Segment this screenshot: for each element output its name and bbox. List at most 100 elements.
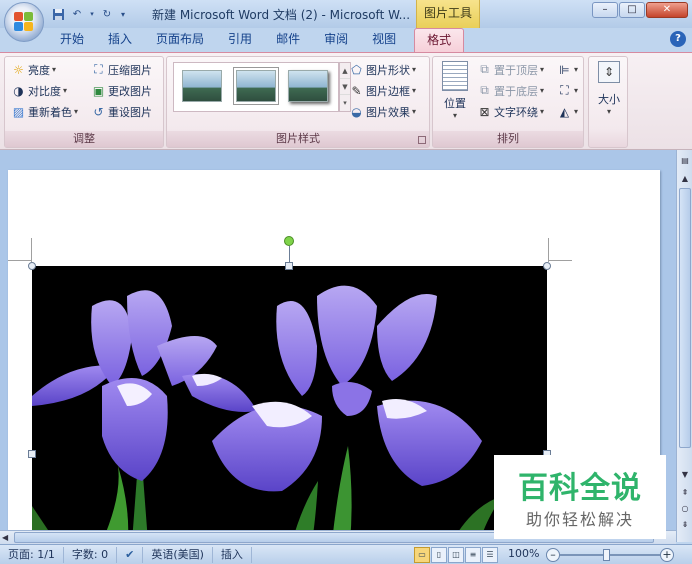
status-language[interactable]: 英语(美国) <box>143 546 213 563</box>
recolor-button[interactable]: ▨ 重新着色 ▾ <box>11 102 78 121</box>
picture-effects-icon: ◒ <box>351 104 362 119</box>
compress-icon: ⛶ <box>94 62 103 76</box>
help-icon[interactable]: ? <box>670 31 686 47</box>
resize-handle-top-right[interactable] <box>543 262 551 270</box>
close-button[interactable]: ✕ <box>646 2 688 18</box>
tab-view[interactable]: 视图 <box>360 28 408 52</box>
style-thumbnail-3[interactable] <box>288 70 328 102</box>
status-insert-mode[interactable]: 插入 <box>213 546 252 563</box>
picture-styles-launcher-icon[interactable] <box>418 136 426 144</box>
picture-border-label: 图片边框 <box>366 84 410 98</box>
reset-picture-icon: ↺ <box>93 104 104 119</box>
ribbon-tabs: 开始 插入 页面布局 引用 邮件 审阅 视图 格式 <box>0 28 692 52</box>
compress-label: 压缩图片 <box>108 63 152 77</box>
recolor-icon: ▨ <box>12 104 25 119</box>
browse-object-icon[interactable]: ○ <box>678 502 692 516</box>
crop-mark-right <box>548 260 572 261</box>
picture-shape-button[interactable]: ⬠ 图片形状 ▾ <box>349 60 416 79</box>
maximize-button[interactable]: □ <box>619 2 645 18</box>
web-layout-icon[interactable]: ◫ <box>448 547 464 563</box>
align-button[interactable]: ⊫ ▾ <box>557 60 578 79</box>
tab-review[interactable]: 审阅 <box>312 28 360 52</box>
group-adjust: ☼ 亮度 ▾ ◑ 对比度 ▾ ▨ 重新着色 ▾ ⛶ 压缩图片 ▣ 更改图片 ↺ 重设图… <box>4 56 164 148</box>
redo-icon[interactable]: ↻ <box>99 6 115 22</box>
customize-qat-icon[interactable]: ▾ <box>118 6 128 22</box>
zoom-slider[interactable] <box>560 554 660 556</box>
full-screen-reading-icon[interactable]: ▯ <box>431 547 447 563</box>
position-button[interactable]: 位置 ▾ <box>435 59 475 131</box>
text-wrapping-icon: ⊠ <box>479 104 490 119</box>
undo-dropdown-icon[interactable]: ▾ <box>88 6 96 22</box>
tab-home[interactable]: 开始 <box>48 28 96 52</box>
text-wrapping-label: 文字环绕 <box>494 105 538 119</box>
title-bar: ↶ ▾ ↻ ▾ 新建 Microsoft Word 文档 (2) - Micro… <box>0 0 692 28</box>
group-arrange-label: 排列 <box>433 131 583 147</box>
vertical-scroll-thumb[interactable] <box>679 188 691 448</box>
bring-to-front-icon: ⧉ <box>480 62 489 76</box>
print-layout-view-icon[interactable]: ▭ <box>414 547 430 563</box>
tab-mailings[interactable]: 邮件 <box>264 28 312 52</box>
reset-picture-button[interactable]: ↺ 重设图片 <box>91 102 152 121</box>
scroll-left-icon[interactable]: ◀ <box>2 531 8 544</box>
rotation-handle[interactable] <box>284 236 294 246</box>
resize-handle-top[interactable] <box>285 262 293 270</box>
text-wrapping-button[interactable]: ⊠ 文字环绕 ▾ <box>477 102 544 121</box>
zoom-level[interactable]: 100% <box>508 547 539 560</box>
status-word-count[interactable]: 字数: 0 <box>64 546 118 563</box>
brightness-icon: ☼ <box>13 62 24 77</box>
resize-handle-top-left[interactable] <box>28 262 36 270</box>
bring-to-front-button[interactable]: ⧉ 置于顶层 ▾ <box>477 60 544 79</box>
send-to-back-icon: ⧉ <box>480 83 489 97</box>
iris-picture[interactable] <box>32 266 547 542</box>
office-button[interactable] <box>4 2 44 42</box>
status-page[interactable]: 页面: 1/1 <box>0 546 64 563</box>
draft-view-icon[interactable]: ☰ <box>482 547 498 563</box>
vertical-scrollbar[interactable]: ▤ ▲ ▼ ⇞ ○ ⇟ <box>676 150 692 542</box>
outline-view-icon[interactable]: ≡ <box>465 547 481 563</box>
tab-page-layout[interactable]: 页面布局 <box>144 28 216 52</box>
scroll-up-icon[interactable]: ▲ <box>678 172 692 186</box>
tab-format[interactable]: 格式 <box>414 28 465 52</box>
previous-page-icon[interactable]: ⇞ <box>678 486 692 500</box>
position-icon <box>442 61 468 91</box>
next-page-icon[interactable]: ⇟ <box>678 518 692 532</box>
proofing-icon[interactable]: ✔ <box>117 546 144 563</box>
size-button[interactable]: ⇕ 大小 ▾ <box>589 59 629 131</box>
compress-pictures-button[interactable]: ⛶ 压缩图片 <box>91 60 152 79</box>
crop-mark-left <box>8 260 32 261</box>
tab-references[interactable]: 引用 <box>216 28 264 52</box>
tab-insert[interactable]: 插入 <box>96 28 144 52</box>
undo-icon[interactable]: ↶ <box>69 6 85 22</box>
save-icon[interactable] <box>50 6 66 22</box>
rotate-button[interactable]: ◭ ▾ <box>557 102 578 121</box>
contrast-label: 对比度 <box>28 84 61 98</box>
picture-border-button[interactable]: ✎ 图片边框 ▾ <box>349 81 416 100</box>
view-buttons: ▭ ▯ ◫ ≡ ☰ <box>414 547 498 563</box>
contrast-button[interactable]: ◑ 对比度 ▾ <box>11 81 67 100</box>
window-controls: – □ ✕ <box>592 2 688 18</box>
group-objects-button[interactable]: ⛶ ▾ <box>557 81 578 100</box>
send-to-back-button[interactable]: ⧉ 置于底层 ▾ <box>477 81 544 100</box>
quick-access-toolbar: ↶ ▾ ↻ ▾ <box>50 5 128 23</box>
scroll-down-icon[interactable]: ▼ <box>678 468 692 482</box>
ruler-toggle-icon[interactable]: ▤ <box>678 154 692 168</box>
style-thumbnail-2[interactable] <box>236 70 276 102</box>
group-arrange: 位置 ▾ ⧉ 置于顶层 ▾ ⧉ 置于底层 ▾ ⊠ 文字环绕 ▾ ⊫ ▾ ⛶ ▾ ◭ ▾ 排列 <box>432 56 584 148</box>
style-thumbnail-1[interactable] <box>182 70 222 102</box>
zoom-slider-knob[interactable] <box>603 549 610 561</box>
minimize-button[interactable]: – <box>592 2 618 18</box>
group-picture-styles: ▲ ▼ ▾ ⬠ 图片形状 ▾ ✎ 图片边框 ▾ ◒ 图片效果 ▾ 图片样式 <box>166 56 430 148</box>
status-bar: 页面: 1/1 字数: 0 ✔ 英语(美国) 插入 ▭ ▯ ◫ ≡ ☰ 100%… <box>0 544 692 564</box>
resize-handle-left[interactable] <box>28 450 36 458</box>
ribbon: ☼ 亮度 ▾ ◑ 对比度 ▾ ▨ 重新着色 ▾ ⛶ 压缩图片 ▣ 更改图片 ↺ 重设图… <box>0 52 692 150</box>
change-picture-label: 更改图片 <box>108 84 152 98</box>
zoom-out-icon[interactable]: – <box>546 548 560 562</box>
brightness-button[interactable]: ☼ 亮度 ▾ <box>11 60 56 79</box>
change-picture-button[interactable]: ▣ 更改图片 <box>91 81 152 100</box>
window-title: 新建 Microsoft Word 文档 (2) - Microsoft W..… <box>152 8 411 22</box>
brightness-label: 亮度 <box>28 63 50 77</box>
group-adjust-label: 调整 <box>5 131 163 147</box>
zoom-in-icon[interactable]: + <box>660 548 674 562</box>
picture-effects-button[interactable]: ◒ 图片效果 ▾ <box>349 102 416 121</box>
office-logo-icon <box>14 12 34 32</box>
